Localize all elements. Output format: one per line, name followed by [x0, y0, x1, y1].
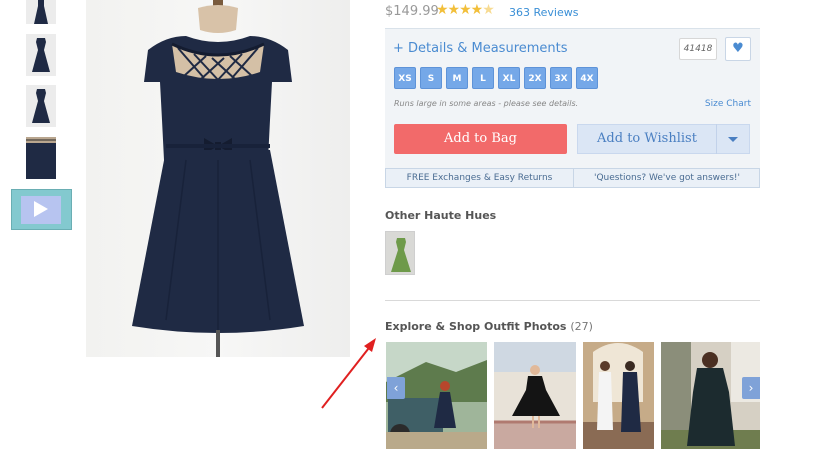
outfit-photos-title: Explore & Shop Outfit Photos (27)	[385, 320, 593, 333]
size-option[interactable]: XS	[394, 67, 416, 89]
size-chart-link[interactable]: Size Chart	[705, 99, 751, 109]
hues-title: Other Haute Hues	[385, 209, 497, 222]
wishlist-divider	[716, 124, 717, 154]
outfit-photos-title-text: Explore & Shop Outfit Photos	[385, 320, 567, 333]
carousel-prev-button[interactable]: ‹	[387, 377, 405, 399]
size-option[interactable]: M	[446, 67, 468, 89]
thumbnail-dress-1[interactable]	[26, 0, 56, 24]
size-option[interactable]: L	[472, 67, 494, 89]
size-selector: XS S M L XL 2X 3X 4X	[394, 67, 598, 89]
annotation-arrow	[321, 338, 376, 409]
details-measurements-link[interactable]: + Details & Measurements	[393, 41, 568, 56]
chevron-down-icon	[728, 137, 738, 142]
questions-link[interactable]: 'Questions? We've got answers!'	[573, 169, 760, 187]
outfit-photos-count: (27)	[570, 320, 593, 333]
outfit-photo[interactable]	[583, 342, 654, 449]
add-to-bag-button[interactable]: Add to Bag	[394, 124, 567, 154]
details-panel: + Details & Measurements 41418 ♥ XS S M …	[385, 28, 760, 169]
star-rating: ★★★★★	[436, 2, 495, 18]
size-option[interactable]: XL	[498, 67, 520, 89]
size-option[interactable]: 3X	[550, 67, 572, 89]
add-to-wishlist-button[interactable]: Add to Wishlist	[577, 124, 716, 154]
thumbnail-dress-detail[interactable]	[26, 137, 56, 179]
chevron-right-icon: ›	[748, 381, 754, 395]
fit-note: Runs large in some areas - please see de…	[394, 99, 579, 108]
size-option[interactable]: S	[420, 67, 442, 89]
section-divider	[385, 300, 760, 301]
play-icon	[34, 201, 48, 217]
thumbnail-dress-2[interactable]	[26, 34, 56, 76]
hue-swatch-green[interactable]	[385, 231, 415, 275]
thumbnail-dress-3[interactable]	[26, 85, 56, 127]
heart-icon: ♥	[732, 41, 744, 56]
info-bar: FREE Exchanges & Easy Returns 'Questions…	[385, 168, 760, 188]
favorite-button[interactable]: ♥	[725, 37, 751, 61]
outfit-photo[interactable]	[494, 342, 576, 449]
favorites-counter: 41418	[679, 38, 717, 60]
carousel-next-button[interactable]: ›	[742, 377, 760, 399]
wishlist-dropdown-button[interactable]	[716, 124, 750, 154]
size-option[interactable]: 4X	[576, 67, 598, 89]
chevron-left-icon: ‹	[393, 381, 399, 395]
exchanges-link[interactable]: FREE Exchanges & Easy Returns	[386, 169, 573, 187]
main-product-image	[86, 0, 350, 357]
price: $149.99	[385, 4, 439, 19]
reviews-link[interactable]: 363 Reviews	[509, 6, 578, 19]
thumbnail-video[interactable]	[11, 189, 72, 230]
size-option[interactable]: 2X	[524, 67, 546, 89]
